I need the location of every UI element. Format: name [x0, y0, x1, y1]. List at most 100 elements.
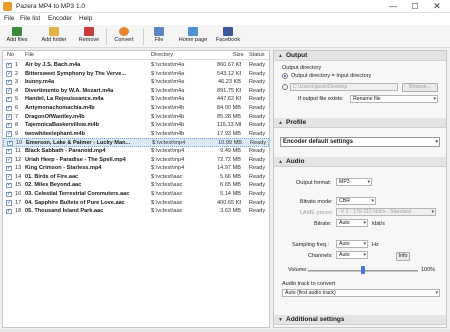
volume-slider-thumb[interactable]: [361, 266, 365, 274]
custom-directory-radio[interactable]: [282, 84, 288, 90]
minimize-button[interactable]: —: [382, 0, 404, 13]
row-checkbox[interactable]: [6, 78, 12, 86]
table-row[interactable]: 1805. Thousand Island Park.aac $:\vctest\…: [3, 207, 269, 216]
table-row[interactable]: 1401. Birds of Fire.aac $:\vctest\aac 5.66…: [3, 173, 269, 182]
channels-select[interactable]: Auto: [336, 251, 368, 259]
file-list[interactable]: No File Directory Size Status 1 Air by J.…: [2, 50, 270, 328]
menu-file[interactable]: File: [4, 15, 14, 22]
output-format-select[interactable]: MP3: [336, 178, 372, 186]
row-checkbox[interactable]: [6, 104, 12, 112]
bitrate-select[interactable]: Auto: [336, 219, 368, 227]
bitrate-mode-select[interactable]: CBR: [336, 197, 376, 205]
maximize-button[interactable]: ☐: [404, 0, 426, 13]
table-row[interactable]: 3 bunny.m4a $:\vctest\m4a 46.23 KB Ready: [3, 78, 269, 87]
sampling-select[interactable]: Auto: [336, 240, 368, 248]
audio-track-select[interactable]: Auto (first audio track): [282, 289, 440, 297]
row-filename: 01. Birds of Fire.aac: [25, 173, 79, 180]
table-row[interactable]: 4 Divertimento by W.A. Mozart.m4a $:\vctes…: [3, 87, 269, 96]
row-directory: $:\vctest\aac: [151, 182, 183, 189]
row-checkbox[interactable]: [6, 61, 12, 69]
header-file[interactable]: File: [25, 52, 34, 58]
profile-header-label: Profile: [286, 119, 307, 126]
remove-button[interactable]: Remove: [76, 26, 102, 47]
info-button[interactable]: Info: [396, 252, 410, 261]
row-size: 400.65 KB: [217, 199, 241, 206]
table-row[interactable]: 2 Bittersweet Symphony by The Verve... $:\…: [3, 70, 269, 79]
table-row[interactable]: 12Uriah Heep - Paradise - The Spell.mp4 $…: [3, 156, 269, 165]
row-number: 5: [15, 96, 19, 103]
row-filename: TajemnicaBaskervillow.m4b: [25, 122, 99, 129]
header-status[interactable]: Status: [249, 52, 265, 58]
row-checkbox[interactable]: [6, 182, 12, 189]
row-directory: $:\vctest\m4b: [151, 130, 185, 137]
output-section-header[interactable]: ▲ Output: [274, 51, 446, 61]
menu-help[interactable]: Help: [79, 15, 92, 22]
row-checkbox[interactable]: [6, 121, 12, 129]
table-row[interactable]: 6 Antymonachomachia.m4b $:\vctest\m4b 84.00…: [3, 104, 269, 113]
row-size: 891.75 KB: [217, 87, 241, 94]
row-checkbox[interactable]: [6, 190, 12, 198]
file-button[interactable]: File: [150, 26, 168, 47]
row-size: 447.62 KB: [217, 96, 241, 103]
lame-preset-select[interactable]: -V 2 : 170-210 kbit/s - Standard: [336, 208, 436, 216]
add-files-button[interactable]: Add files: [4, 26, 30, 47]
table-row[interactable]: 11 Black Sabbath - Paranoid.mp4 $:\vctest\…: [3, 147, 269, 156]
row-filename: Divertimento by W.A. Mozart.m4a: [25, 87, 114, 94]
table-row[interactable]: 10Emerson, Lake & Palmer - Lucky Man...$…: [3, 138, 269, 147]
browse-button[interactable]: Browse...: [402, 82, 438, 92]
row-checkbox[interactable]: [6, 70, 12, 78]
menu-file-list[interactable]: File list: [20, 15, 40, 22]
row-filename: Black Sabbath - Paranoid.mp4: [25, 148, 106, 154]
row-checkbox[interactable]: [6, 199, 12, 207]
window-title: Pazera MP4 to MP3 1.0: [16, 3, 86, 10]
row-number: 4: [15, 87, 19, 94]
home-icon: [188, 27, 198, 36]
close-button[interactable]: ✕: [426, 0, 448, 13]
table-row[interactable]: 9 twowhiteelephant.m4b $:\vctest\m4b 17.93 …: [3, 130, 269, 139]
row-checkbox[interactable]: [6, 87, 12, 95]
facebook-button[interactable]: Facebook: [214, 26, 242, 47]
row-status: Ready: [249, 62, 266, 68]
row-checkbox[interactable]: [6, 164, 12, 172]
output-path-field[interactable]: C:\Users\jacek\Desktop: [290, 83, 398, 91]
table-row[interactable]: 8 TajemnicaBaskervillow.m4b $:\vctest\m4b 1…: [3, 121, 269, 130]
app-icon: [3, 2, 12, 11]
profile-section-header[interactable]: ▲ Profile: [274, 118, 446, 128]
row-checkbox[interactable]: [6, 113, 12, 121]
same-directory-label[interactable]: Output directory = Input directory: [291, 73, 371, 79]
table-row[interactable]: 1502. Miles Beyond.aac $:\vctest\aac 6.65 …: [3, 181, 269, 190]
row-checkbox[interactable]: [6, 130, 12, 138]
row-checkbox[interactable]: [7, 140, 13, 147]
facebook-icon: [223, 27, 233, 36]
convert-button[interactable]: Convert: [110, 26, 138, 47]
profile-select[interactable]: Encoder default settings: [280, 137, 440, 147]
audio-section-header[interactable]: ▲ Audio: [274, 157, 446, 167]
row-checkbox[interactable]: [6, 147, 12, 155]
table-row[interactable]: 5 Handel, La Rejouissance.m4a $:\vctest\m4…: [3, 95, 269, 104]
list-header: No File Directory Size Status: [3, 51, 269, 60]
channels-label: Channels:: [308, 253, 333, 259]
table-row[interactable]: 7 DragonOfWantley.m4b $:\vctest\m4b 85.28 M…: [3, 113, 269, 122]
row-status: Ready: [249, 70, 266, 77]
add-files-icon: [12, 27, 22, 36]
convert-label: Convert: [114, 37, 134, 43]
row-checkbox[interactable]: [6, 207, 12, 215]
header-directory[interactable]: Directory: [151, 52, 173, 58]
if-exists-select[interactable]: Rename file: [350, 95, 438, 103]
header-no[interactable]: No: [7, 52, 14, 58]
additional-header-label: Additional settings: [286, 316, 345, 323]
table-row[interactable]: 13King Crimson - Starless.mp4 $:\vctest\m…: [3, 164, 269, 173]
table-row[interactable]: 1603. Celestial Terrestrial Commuters.aa…: [3, 190, 269, 199]
table-row[interactable]: 1 Air by J.S. Bach.m4a $:\vctest\m4a 860.67…: [3, 61, 269, 70]
row-checkbox[interactable]: [6, 173, 12, 181]
home-page-button[interactable]: Home page: [176, 26, 210, 47]
row-checkbox[interactable]: [6, 156, 12, 164]
menu-encoder[interactable]: Encoder: [48, 15, 72, 22]
table-row[interactable]: 1704. Sapphire Bullets of Pure Love.aac $…: [3, 199, 269, 208]
collapse-icon: ▲: [278, 159, 283, 165]
row-checkbox[interactable]: [6, 96, 12, 103]
add-folder-button[interactable]: Add folder: [38, 26, 70, 47]
additional-section-header[interactable]: ▼ Additional settings: [274, 315, 446, 325]
same-directory-radio[interactable]: [282, 73, 288, 79]
header-size[interactable]: Size: [233, 52, 244, 58]
